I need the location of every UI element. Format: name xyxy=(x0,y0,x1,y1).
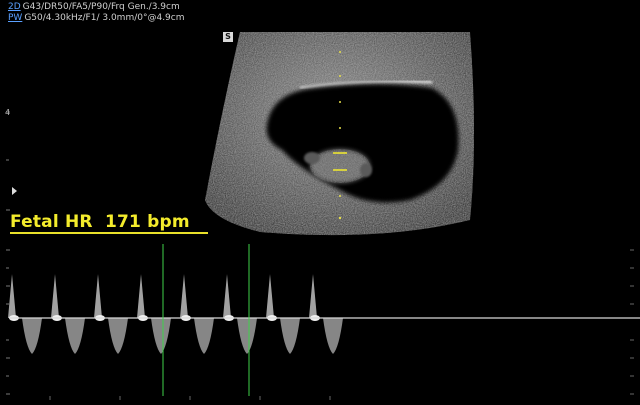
waveform-downstroke xyxy=(22,318,42,354)
waveform-upstroke xyxy=(309,274,317,318)
sector-marker: S xyxy=(223,32,233,42)
doppler-spectrum xyxy=(6,244,640,400)
waveform-upstroke xyxy=(51,274,59,318)
waveform-downstroke xyxy=(237,318,257,354)
imaging-params-pw: PW G50/4.30kHz/F1/ 3.0mm/0°@4.9cm xyxy=(8,13,185,24)
params-2d: G43/DR50/FA5/P90/Frq Gen./3.9cm xyxy=(22,2,180,12)
depth-scale xyxy=(6,111,10,211)
waveform-upstroke xyxy=(137,274,145,318)
waveform-downstroke xyxy=(151,318,171,354)
doppler-waveform xyxy=(8,274,343,354)
waveform-upstroke xyxy=(266,274,274,318)
depth-tick-label: 4 xyxy=(5,108,11,117)
mode-pw-label: PW xyxy=(8,13,23,23)
waveform-downstroke xyxy=(108,318,128,354)
waveform-upstroke xyxy=(223,274,231,318)
waveform-downstroke xyxy=(280,318,300,354)
ultrasound-display xyxy=(6,32,640,400)
waveform-downstroke xyxy=(323,318,343,354)
b-mode-image xyxy=(205,32,474,236)
waveform-downstroke xyxy=(65,318,85,354)
waveform-downstroke xyxy=(194,318,214,354)
waveform-upstroke xyxy=(8,274,16,318)
depth-pointer-icon xyxy=(12,187,17,195)
waveform-upstroke xyxy=(94,274,102,318)
waveform-upstroke xyxy=(180,274,188,318)
fetal-hr-measurement: Fetal HR 171 bpm xyxy=(10,212,190,232)
params-pw: G50/4.30kHz/F1/ 3.0mm/0°@4.9cm xyxy=(24,13,185,23)
mode-2d-label: 2D xyxy=(8,2,21,12)
imaging-params-2d: 2D G43/DR50/FA5/P90/Frq Gen./3.9cm xyxy=(8,2,180,13)
fetal-hr-underline xyxy=(10,232,208,234)
